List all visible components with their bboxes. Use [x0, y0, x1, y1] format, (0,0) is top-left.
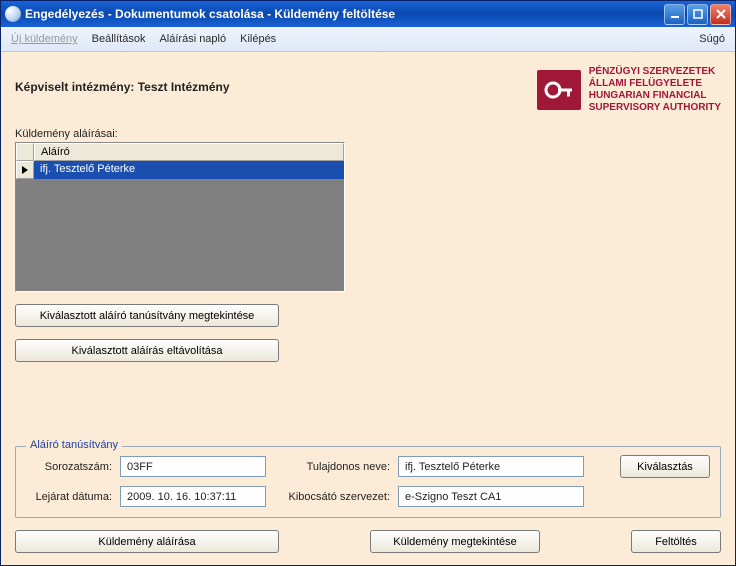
serial-value: 03FF [120, 456, 266, 477]
upload-button[interactable]: Feltöltés [631, 530, 721, 553]
select-cert-button[interactable]: Kiválasztás [620, 455, 710, 478]
minimize-icon [670, 9, 680, 19]
expiry-value: 2009. 10. 16. 10:37:11 [120, 486, 266, 507]
view-consignment-button[interactable]: Küldemény megtekintése [370, 530, 540, 553]
signers-label: Küldemény aláírásai: [15, 128, 721, 140]
row-indicator [16, 161, 34, 179]
remove-signature-button[interactable]: Kiválasztott aláírás eltávolítása [15, 339, 279, 362]
authority-logo-text: PÉNZÜGYI SZERVEZETEK ÁLLAMI FELÜGYELETE … [589, 66, 721, 114]
app-window: Engedélyezés - Dokumentumok csatolása - … [0, 0, 736, 566]
owner-label: Tulajdonos neve: [280, 461, 390, 473]
close-icon [716, 9, 726, 19]
grid-header-signer[interactable]: Aláíró [34, 143, 344, 161]
issuer-label: Kibocsátó szervezet: [280, 491, 390, 503]
sign-button[interactable]: Küldemény aláírása [15, 530, 279, 553]
signers-grid[interactable]: Aláíró ifj. Tesztelő Péterke [15, 142, 345, 292]
maximize-icon [693, 9, 703, 19]
menu-new-consignment[interactable]: Új küldemény [11, 33, 78, 45]
cert-fieldset: Aláíró tanúsítvány Sorozatszám: 03FF Tul… [15, 446, 721, 518]
maximize-button[interactable] [687, 4, 708, 25]
owner-value: ifj. Tesztelő Péterke [398, 456, 584, 477]
menu-settings[interactable]: Beállítások [92, 33, 146, 45]
table-row[interactable]: ifj. Tesztelő Péterke [16, 161, 344, 179]
titlebar: Engedélyezés - Dokumentumok csatolása - … [1, 1, 735, 27]
menu-signature-log[interactable]: Aláírási napló [159, 33, 226, 45]
menu-exit[interactable]: Kilépés [240, 33, 276, 45]
institution-label: Képviselt intézmény: Teszt Intézmény [15, 80, 230, 94]
issuer-value: e-Szigno Teszt CA1 [398, 486, 584, 507]
authority-logo: PÉNZÜGYI SZERVEZETEK ÁLLAMI FELÜGYELETE … [537, 66, 721, 114]
app-icon [5, 6, 21, 22]
cert-legend: Aláíró tanúsítvány [26, 439, 122, 451]
client-area: Képviselt intézmény: Teszt Intézmény PÉN… [1, 52, 735, 565]
expiry-label: Lejárat dátuma: [26, 491, 112, 503]
current-row-icon [21, 166, 29, 174]
menubar: Új küldemény Beállítások Aláírási napló … [1, 27, 735, 52]
minimize-button[interactable] [664, 4, 685, 25]
close-button[interactable] [710, 4, 731, 25]
grid-corner[interactable] [16, 143, 34, 161]
serial-label: Sorozatszám: [26, 461, 112, 473]
menu-help[interactable]: Súgó [699, 33, 725, 45]
view-cert-button[interactable]: Kiválasztott aláíró tanúsítvány megtekin… [15, 304, 279, 327]
authority-logo-icon [537, 70, 581, 110]
window-title: Engedélyezés - Dokumentumok csatolása - … [25, 7, 395, 21]
row-signer-cell: ifj. Tesztelő Péterke [34, 161, 344, 179]
